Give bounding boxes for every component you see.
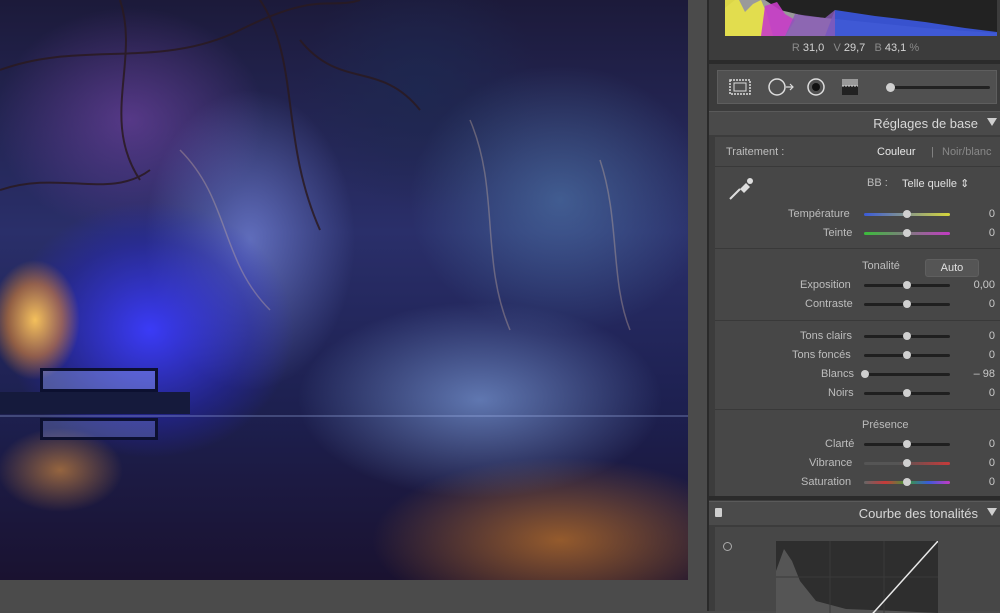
- auto-button[interactable]: Auto: [925, 259, 979, 277]
- tone-curve-graph[interactable]: [776, 541, 938, 613]
- section-toggle-switch[interactable]: [715, 508, 722, 517]
- tone-curve-title: Courbe des tonalités: [858, 506, 978, 521]
- temperature-label: Température: [788, 208, 850, 220]
- collapse-triangle-icon[interactable]: [987, 508, 997, 516]
- dock-reflection: [40, 418, 158, 440]
- clarity-value[interactable]: 0: [955, 438, 995, 450]
- v-value: 29,7: [843, 42, 866, 54]
- shadows-knob[interactable]: [903, 351, 911, 359]
- treatment-separator: |: [931, 146, 934, 158]
- temperature-slider[interactable]: [864, 210, 950, 218]
- tint-label: Teinte: [823, 227, 853, 239]
- wb-updown-icon: ⇕: [960, 178, 970, 190]
- shadows-slider[interactable]: [864, 351, 950, 359]
- collapse-triangle-icon[interactable]: [987, 118, 997, 126]
- rgb-readout: R 31,0 V 29,7 B 43,1 %: [709, 42, 1000, 54]
- exposure-value[interactable]: 0,00: [955, 279, 995, 291]
- tint-slider[interactable]: [864, 229, 950, 237]
- eyedropper-icon[interactable]: [726, 173, 756, 203]
- presence-label: Présence: [862, 419, 909, 431]
- image-viewer: [0, 0, 707, 611]
- divider: [715, 320, 1000, 321]
- treatment-color-option[interactable]: Couleur: [877, 146, 916, 158]
- crop-overlay-icon[interactable]: [728, 77, 752, 97]
- contrast-label: Contraste: [805, 298, 853, 310]
- histogram: [725, 0, 997, 36]
- develop-panel: R 31,0 V 29,7 B 43,1 % Réglages de base …: [707, 0, 1000, 613]
- r-value: 31,0: [802, 42, 825, 54]
- exposure-knob[interactable]: [903, 281, 911, 289]
- contrast-knob[interactable]: [903, 300, 911, 308]
- clarity-slider[interactable]: [864, 440, 950, 448]
- saturation-label: Saturation: [801, 476, 852, 488]
- photo-preview[interactable]: [0, 0, 688, 580]
- waterline: [0, 415, 688, 417]
- tree-branches: [0, 0, 631, 331]
- b-value: 43,1: [884, 42, 907, 54]
- blacks-value[interactable]: 0: [955, 387, 995, 399]
- v-label: V: [833, 42, 841, 54]
- tint-knob[interactable]: [903, 229, 911, 237]
- wb-value: Telle quelle: [902, 178, 958, 190]
- divider: [709, 60, 1000, 64]
- divider: [715, 248, 1000, 249]
- temperature-knob[interactable]: [903, 210, 911, 218]
- divider: [715, 409, 1000, 410]
- exposure-slider[interactable]: [864, 281, 950, 289]
- highlights-slider[interactable]: [864, 332, 950, 340]
- whites-label: Blancs: [821, 368, 855, 380]
- highlights-label: Tons clairs: [800, 330, 852, 342]
- shadows-value[interactable]: 0: [955, 349, 995, 361]
- dock-platform: [0, 392, 190, 414]
- contrast-value[interactable]: 0: [955, 298, 995, 310]
- tone-label: Tonalité: [862, 260, 900, 272]
- vibrance-value[interactable]: 0: [955, 457, 995, 469]
- blacks-knob[interactable]: [903, 389, 911, 397]
- whites-knob[interactable]: [860, 370, 869, 378]
- tint-value[interactable]: 0: [955, 227, 995, 239]
- dock-structure: [40, 368, 158, 392]
- vibrance-slider[interactable]: [864, 459, 950, 467]
- r-label: R: [791, 42, 800, 54]
- divider: [709, 496, 1000, 500]
- divider: [715, 166, 1000, 167]
- wb-select[interactable]: Telle quelle ⇕: [902, 177, 969, 190]
- tool-strip: [717, 70, 997, 104]
- vibrance-label: Vibrance: [809, 457, 853, 469]
- spot-removal-icon[interactable]: [766, 77, 794, 97]
- vibrance-knob[interactable]: [903, 459, 911, 467]
- basic-section-header[interactable]: Réglages de base: [709, 111, 1000, 135]
- target-adjust-icon[interactable]: [723, 542, 732, 551]
- wb-label: BB :: [867, 177, 888, 189]
- blacks-slider[interactable]: [864, 389, 950, 397]
- basic-section-title: Réglages de base: [873, 116, 978, 131]
- saturation-knob[interactable]: [903, 478, 911, 486]
- exposure-label: Exposition: [800, 279, 851, 291]
- red-eye-icon[interactable]: [804, 77, 828, 97]
- graduated-filter-icon[interactable]: [838, 77, 862, 97]
- highlights-knob[interactable]: [903, 332, 911, 340]
- shadows-label: Tons foncés: [792, 349, 851, 361]
- highlights-value[interactable]: 0: [955, 330, 995, 342]
- histogram-graph: [725, 0, 997, 36]
- saturation-value[interactable]: 0: [955, 476, 995, 488]
- tone-curve-section-header[interactable]: Courbe des tonalités: [709, 501, 1000, 525]
- temperature-value[interactable]: 0: [955, 208, 995, 220]
- brush-slider[interactable]: [890, 86, 990, 89]
- clarity-knob[interactable]: [903, 440, 911, 448]
- treatment-label: Traitement :: [726, 146, 785, 158]
- percent-unit: %: [909, 42, 920, 54]
- saturation-slider[interactable]: [864, 478, 950, 486]
- b-label: B: [874, 42, 882, 54]
- whites-slider[interactable]: [860, 370, 950, 378]
- whites-value[interactable]: – 98: [955, 368, 995, 380]
- blacks-label: Noirs: [828, 387, 854, 399]
- clarity-label: Clarté: [825, 438, 855, 450]
- treatment-bw-option[interactable]: Noir/blanc: [942, 146, 992, 158]
- contrast-slider[interactable]: [864, 300, 950, 308]
- brush-slider-knob[interactable]: [886, 83, 895, 92]
